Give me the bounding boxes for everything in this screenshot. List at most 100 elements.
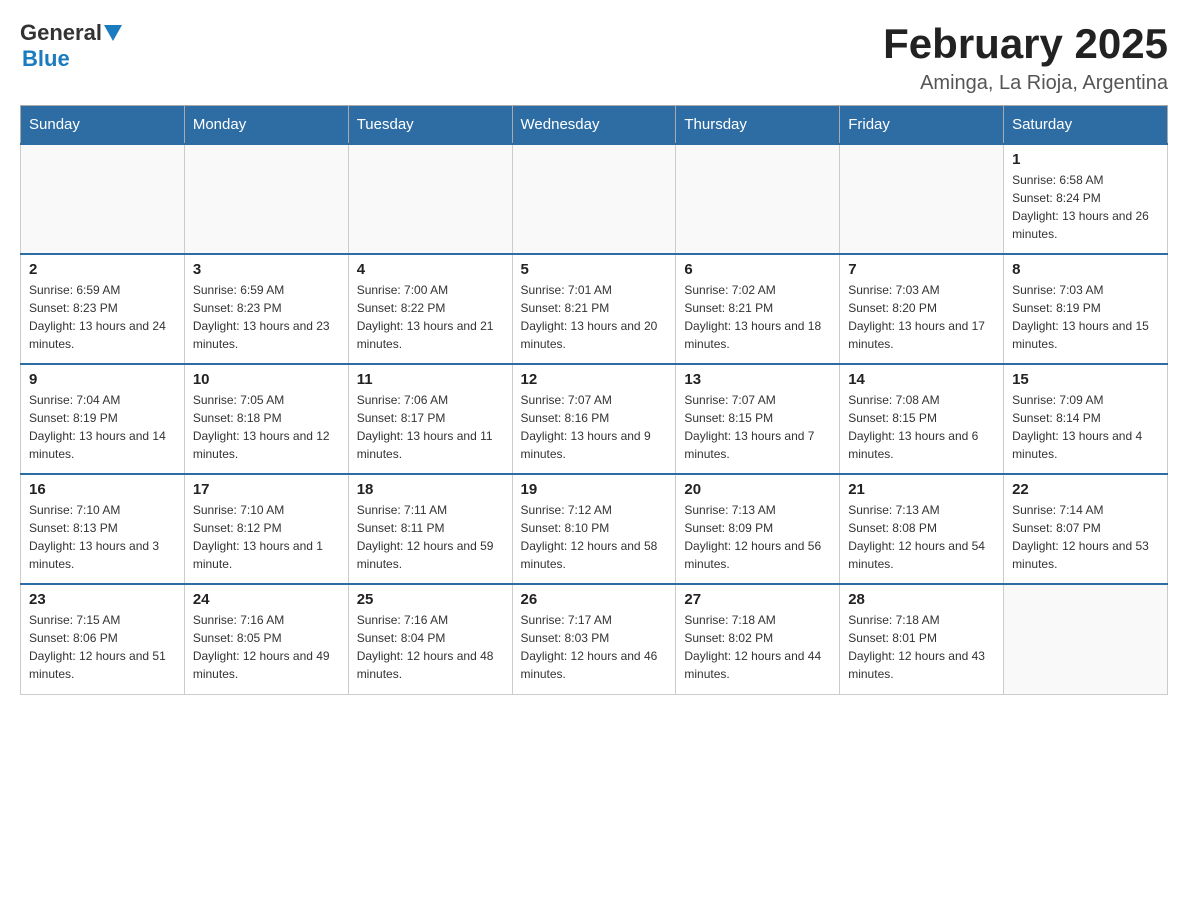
calendar-cell: 8 Sunrise: 7:03 AM Sunset: 8:19 PM Daylig… (1004, 254, 1168, 364)
day-number: 13 (684, 371, 831, 388)
calendar-cell: 3 Sunrise: 6:59 AM Sunset: 8:23 PM Daylig… (184, 254, 348, 364)
day-info: Sunrise: 7:11 AM Sunset: 8:11 PM Dayligh… (357, 501, 504, 573)
week-row-2: 2 Sunrise: 6:59 AM Sunset: 8:23 PM Daylig… (21, 254, 1168, 364)
logo: General Blue (20, 20, 122, 72)
logo-blue-text: Blue (22, 46, 70, 72)
day-number: 7 (848, 261, 995, 278)
calendar-cell: 2 Sunrise: 6:59 AM Sunset: 8:23 PM Daylig… (21, 254, 185, 364)
calendar-table: SundayMondayTuesdayWednesdayThursdayFrid… (20, 105, 1168, 695)
day-info: Sunrise: 7:01 AM Sunset: 8:21 PM Dayligh… (521, 281, 668, 353)
day-number: 12 (521, 371, 668, 388)
weekday-header-tuesday: Tuesday (348, 106, 512, 145)
day-number: 11 (357, 371, 504, 388)
weekday-header-thursday: Thursday (676, 106, 840, 145)
calendar-cell (184, 144, 348, 254)
calendar-cell: 20 Sunrise: 7:13 AM Sunset: 8:09 PM Dayli… (676, 474, 840, 584)
calendar-cell (676, 144, 840, 254)
calendar-cell (840, 144, 1004, 254)
day-number: 2 (29, 261, 176, 278)
day-info: Sunrise: 7:16 AM Sunset: 8:05 PM Dayligh… (193, 611, 340, 683)
weekday-header-friday: Friday (840, 106, 1004, 145)
calendar-cell: 6Sunrise: 7:02 AM Sunset: 8:21 PM Daylig… (676, 254, 840, 364)
page-header: General Blue February 2025 Aminga, La Ri… (20, 20, 1168, 95)
day-number: 8 (1012, 261, 1159, 278)
day-number: 5 (521, 261, 668, 278)
weekday-header-row: SundayMondayTuesdayWednesdayThursdayFrid… (21, 106, 1168, 145)
day-info: Sunrise: 7:13 AM Sunset: 8:08 PM Dayligh… (848, 501, 995, 573)
day-info: Sunrise: 7:03 AM Sunset: 8:20 PM Dayligh… (848, 281, 995, 353)
calendar-cell: 4Sunrise: 7:00 AM Sunset: 8:22 PM Daylig… (348, 254, 512, 364)
calendar-cell: 15 Sunrise: 7:09 AM Sunset: 8:14 PM Dayli… (1004, 364, 1168, 474)
day-info: Sunrise: 7:17 AM Sunset: 8:03 PM Dayligh… (521, 611, 668, 683)
calendar-cell: 13 Sunrise: 7:07 AM Sunset: 8:15 PM Dayli… (676, 364, 840, 474)
day-number: 20 (684, 481, 831, 498)
calendar-cell: 7 Sunrise: 7:03 AM Sunset: 8:20 PM Daylig… (840, 254, 1004, 364)
calendar-cell: 25Sunrise: 7:16 AM Sunset: 8:04 PM Dayli… (348, 584, 512, 694)
week-row-5: 23 Sunrise: 7:15 AM Sunset: 8:06 PM Dayli… (21, 584, 1168, 694)
calendar-cell: 24 Sunrise: 7:16 AM Sunset: 8:05 PM Dayli… (184, 584, 348, 694)
day-number: 27 (684, 591, 831, 608)
day-number: 15 (1012, 371, 1159, 388)
day-number: 28 (848, 591, 995, 608)
day-number: 17 (193, 481, 340, 498)
day-number: 14 (848, 371, 995, 388)
calendar-cell: 27 Sunrise: 7:18 AM Sunset: 8:02 PM Dayli… (676, 584, 840, 694)
calendar-cell (21, 144, 185, 254)
day-number: 22 (1012, 481, 1159, 498)
day-info: Sunrise: 7:13 AM Sunset: 8:09 PM Dayligh… (684, 501, 831, 573)
weekday-header-wednesday: Wednesday (512, 106, 676, 145)
logo-triangle-icon (104, 25, 122, 43)
day-info: Sunrise: 7:06 AM Sunset: 8:17 PM Dayligh… (357, 391, 504, 463)
day-number: 9 (29, 371, 176, 388)
calendar-cell: 12 Sunrise: 7:07 AM Sunset: 8:16 PM Dayli… (512, 364, 676, 474)
calendar-cell: 19 Sunrise: 7:12 AM Sunset: 8:10 PM Dayli… (512, 474, 676, 584)
day-info: Sunrise: 7:07 AM Sunset: 8:16 PM Dayligh… (521, 391, 668, 463)
day-info: Sunrise: 6:59 AM Sunset: 8:23 PM Dayligh… (29, 281, 176, 353)
day-info: Sunrise: 7:18 AM Sunset: 8:02 PM Dayligh… (684, 611, 831, 683)
calendar-cell: 22 Sunrise: 7:14 AM Sunset: 8:07 PM Dayli… (1004, 474, 1168, 584)
title-block: February 2025 Aminga, La Rioja, Argentin… (883, 20, 1168, 95)
calendar-cell: 11 Sunrise: 7:06 AM Sunset: 8:17 PM Dayli… (348, 364, 512, 474)
calendar-cell (1004, 584, 1168, 694)
day-info: Sunrise: 7:05 AM Sunset: 8:18 PM Dayligh… (193, 391, 340, 463)
day-info: Sunrise: 7:03 AM Sunset: 8:19 PM Dayligh… (1012, 281, 1159, 353)
calendar-cell: 5 Sunrise: 7:01 AM Sunset: 8:21 PM Daylig… (512, 254, 676, 364)
month-title: February 2025 (883, 20, 1168, 68)
day-number: 26 (521, 591, 668, 608)
week-row-3: 9Sunrise: 7:04 AM Sunset: 8:19 PM Daylig… (21, 364, 1168, 474)
day-number: 3 (193, 261, 340, 278)
calendar-cell: 17 Sunrise: 7:10 AM Sunset: 8:12 PM Dayli… (184, 474, 348, 584)
calendar-cell: 14Sunrise: 7:08 AM Sunset: 8:15 PM Dayli… (840, 364, 1004, 474)
weekday-header-saturday: Saturday (1004, 106, 1168, 145)
weekday-header-sunday: Sunday (21, 106, 185, 145)
location-title: Aminga, La Rioja, Argentina (883, 72, 1168, 95)
day-info: Sunrise: 7:15 AM Sunset: 8:06 PM Dayligh… (29, 611, 176, 683)
day-number: 4 (357, 261, 504, 278)
day-info: Sunrise: 7:09 AM Sunset: 8:14 PM Dayligh… (1012, 391, 1159, 463)
day-info: Sunrise: 7:16 AM Sunset: 8:04 PM Dayligh… (357, 611, 504, 683)
day-number: 18 (357, 481, 504, 498)
calendar-cell: 23 Sunrise: 7:15 AM Sunset: 8:06 PM Dayli… (21, 584, 185, 694)
day-info: Sunrise: 6:58 AM Sunset: 8:24 PM Dayligh… (1012, 171, 1159, 243)
calendar-cell: 26 Sunrise: 7:17 AM Sunset: 8:03 PM Dayli… (512, 584, 676, 694)
calendar-cell (348, 144, 512, 254)
day-number: 10 (193, 371, 340, 388)
day-info: Sunrise: 7:14 AM Sunset: 8:07 PM Dayligh… (1012, 501, 1159, 573)
day-number: 6 (684, 261, 831, 278)
day-info: Sunrise: 7:12 AM Sunset: 8:10 PM Dayligh… (521, 501, 668, 573)
calendar-cell: 16Sunrise: 7:10 AM Sunset: 8:13 PM Dayli… (21, 474, 185, 584)
day-info: Sunrise: 7:07 AM Sunset: 8:15 PM Dayligh… (684, 391, 831, 463)
week-row-4: 16Sunrise: 7:10 AM Sunset: 8:13 PM Dayli… (21, 474, 1168, 584)
day-info: Sunrise: 7:10 AM Sunset: 8:12 PM Dayligh… (193, 501, 340, 573)
day-info: Sunrise: 6:59 AM Sunset: 8:23 PM Dayligh… (193, 281, 340, 353)
day-number: 1 (1012, 151, 1159, 168)
day-number: 23 (29, 591, 176, 608)
day-number: 19 (521, 481, 668, 498)
calendar-cell: 1 Sunrise: 6:58 AM Sunset: 8:24 PM Daylig… (1004, 144, 1168, 254)
day-info: Sunrise: 7:10 AM Sunset: 8:13 PM Dayligh… (29, 501, 176, 573)
logo-general-text: General (20, 20, 102, 46)
calendar-cell (512, 144, 676, 254)
week-row-1: 1 Sunrise: 6:58 AM Sunset: 8:24 PM Daylig… (21, 144, 1168, 254)
calendar-cell: 10 Sunrise: 7:05 AM Sunset: 8:18 PM Dayli… (184, 364, 348, 474)
day-number: 24 (193, 591, 340, 608)
